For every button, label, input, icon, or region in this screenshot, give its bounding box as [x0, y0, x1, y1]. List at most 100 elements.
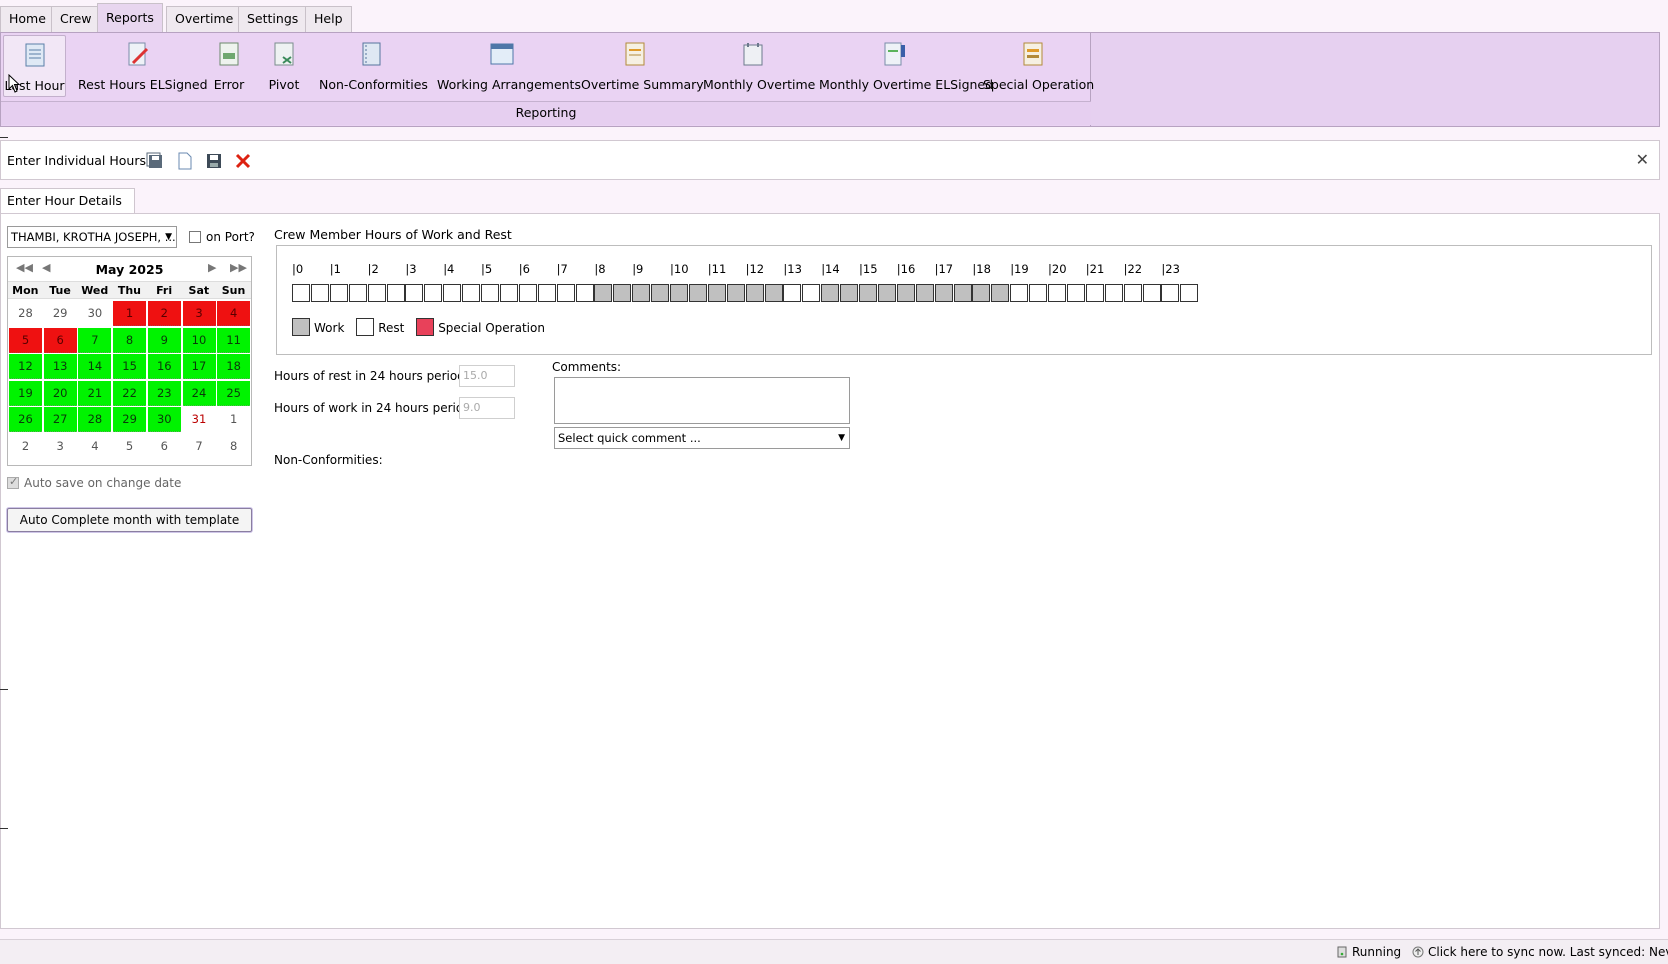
half-hour-slot[interactable] — [632, 284, 651, 302]
menu-tab-overtime[interactable]: Overtime — [166, 6, 243, 32]
half-hour-slot[interactable] — [405, 284, 424, 302]
calendar-day-cell[interactable]: 14 — [78, 354, 112, 380]
calendar-day-cell[interactable]: 19 — [9, 380, 42, 406]
calendar-day-cell[interactable]: 7 — [78, 327, 112, 353]
monthly-overtime-elsigned-button[interactable]: Monthly Overtime ELSigned — [819, 35, 993, 97]
half-hour-slot[interactable] — [783, 284, 802, 302]
calendar-day-cell[interactable]: 21 — [78, 380, 112, 406]
half-hour-slot[interactable] — [1123, 284, 1142, 302]
half-hour-slot[interactable] — [499, 284, 518, 302]
half-hour-slot[interactable] — [481, 284, 499, 302]
calendar-day-cell[interactable]: 28 — [9, 301, 42, 326]
calendar-day-cell[interactable]: 8 — [217, 434, 250, 459]
calendar-day-cell[interactable]: 30 — [78, 301, 111, 326]
new-document-icon[interactable] — [175, 151, 195, 171]
menu-tab-reports[interactable]: Reports — [97, 3, 163, 33]
half-hour-slot[interactable] — [840, 284, 859, 302]
calendar-day-cell[interactable]: 29 — [44, 301, 77, 326]
calendar-day-cell[interactable]: 11 — [217, 327, 251, 353]
half-hour-slot[interactable] — [1010, 284, 1029, 302]
half-hour-slot[interactable] — [1104, 284, 1123, 302]
half-hour-slot[interactable] — [443, 284, 462, 302]
calendar-day-cell[interactable]: 9 — [147, 327, 181, 353]
calendar-day-cell[interactable]: 1 — [217, 407, 250, 432]
calendar-day-cell[interactable]: 4 — [217, 301, 251, 326]
half-hour-slot[interactable] — [367, 284, 386, 302]
half-hour-slot[interactable] — [292, 284, 310, 302]
calendar-day-cell[interactable]: 3 — [44, 434, 77, 459]
calendar-day-cell[interactable]: 2 — [147, 301, 181, 326]
calendar-day-cell[interactable]: 7 — [183, 434, 216, 459]
calendar-day-cell[interactable]: 4 — [78, 434, 111, 459]
sync-now-link[interactable]: Click here to sync now. Last synced: Nev… — [1412, 945, 1668, 959]
half-hour-slot[interactable] — [707, 284, 726, 302]
half-hour-slot[interactable] — [310, 284, 329, 302]
error-button[interactable]: Error — [209, 35, 249, 97]
rest-hours-elsigned-button[interactable]: Rest Hours ELSigned — [78, 35, 208, 97]
half-hour-slot[interactable] — [915, 284, 934, 302]
half-hour-slot[interactable] — [688, 284, 707, 302]
half-hour-slot[interactable] — [462, 284, 481, 302]
menu-tab-settings[interactable]: Settings — [238, 6, 308, 32]
half-hour-slot[interactable] — [670, 284, 688, 302]
calendar-day-cell[interactable]: 1 — [113, 301, 147, 326]
calendar-day-cell[interactable]: 28 — [78, 407, 112, 433]
half-hour-slot[interactable] — [556, 284, 575, 302]
auto-save-checkbox[interactable]: Auto save on change date — [7, 475, 181, 490]
save-all-icon[interactable] — [145, 151, 165, 171]
calendar-day-cell[interactable]: 3 — [182, 301, 216, 326]
half-hour-slot[interactable] — [386, 284, 405, 302]
half-hour-slot[interactable] — [1066, 284, 1085, 302]
quick-comment-select[interactable]: Select quick comment ... ▼ — [554, 427, 850, 449]
half-hour-slot[interactable] — [934, 284, 953, 302]
calendar-day-cell[interactable]: 27 — [43, 407, 77, 433]
half-hour-slot[interactable] — [575, 284, 594, 302]
calendar-day-cell[interactable]: 17 — [182, 354, 216, 380]
delete-icon[interactable] — [233, 151, 253, 171]
half-hour-slot[interactable] — [1180, 284, 1199, 302]
half-hour-slot[interactable] — [764, 284, 783, 302]
calendar-day-cell[interactable]: 22 — [113, 380, 147, 406]
half-hour-slot[interactable] — [953, 284, 972, 302]
calendar-day-cell[interactable]: 16 — [147, 354, 181, 380]
special-operation-button[interactable]: Special Operation — [983, 35, 1094, 97]
half-hour-slot[interactable] — [613, 284, 632, 302]
calendar-day-cell[interactable]: 2 — [9, 434, 42, 459]
half-hour-slot[interactable] — [1161, 284, 1180, 302]
half-hour-slot[interactable] — [821, 284, 840, 302]
half-hour-slot[interactable] — [972, 284, 991, 302]
calendar-day-cell[interactable]: 30 — [147, 407, 181, 433]
half-hour-slot[interactable] — [896, 284, 915, 302]
calendar-day-cell[interactable]: 24 — [182, 380, 216, 406]
menu-tab-home[interactable]: Home — [0, 6, 55, 32]
half-hour-slot[interactable] — [651, 284, 670, 302]
calendar-day-cell[interactable]: 26 — [9, 407, 42, 433]
calendar-day-cell[interactable]: 20 — [43, 380, 77, 406]
calendar-day-cell[interactable]: 13 — [43, 354, 77, 380]
half-hour-slot[interactable] — [877, 284, 896, 302]
work-hours-field[interactable]: 9.0 — [459, 397, 515, 419]
calendar-day-cell[interactable]: 18 — [217, 354, 251, 380]
comments-textarea[interactable] — [554, 377, 850, 424]
calendar-day-cell[interactable]: 6 — [43, 327, 77, 353]
calendar-day-cell[interactable]: 5 — [9, 327, 42, 353]
tab-enter-hour-details[interactable]: Enter Hour Details — [0, 188, 135, 214]
rest-hours-field[interactable]: 15.0 — [459, 365, 515, 387]
half-hour-slot[interactable] — [859, 284, 877, 302]
monthly-overtime-button[interactable]: Monthly Overtime — [703, 35, 815, 97]
non-conformities-button[interactable]: Non-Conformities — [319, 35, 428, 97]
calendar-day-cell[interactable]: 5 — [113, 434, 146, 459]
calendar-day-cell[interactable]: 12 — [9, 354, 42, 380]
close-icon[interactable]: ✕ — [1636, 150, 1649, 169]
calendar-day-cell[interactable]: 25 — [217, 380, 251, 406]
on-port-checkbox[interactable]: on Port? — [189, 230, 255, 244]
calendar-day-cell[interactable]: 15 — [113, 354, 147, 380]
half-hour-slot[interactable] — [1085, 284, 1104, 302]
calendar-day-cell[interactable]: 8 — [113, 327, 147, 353]
half-hour-slot[interactable] — [537, 284, 556, 302]
calendar-day-cell[interactable]: 31 — [183, 407, 216, 432]
half-hour-slot[interactable] — [1048, 284, 1066, 302]
calendar-day-cell[interactable]: 6 — [148, 434, 181, 459]
checkbox-box[interactable] — [189, 231, 201, 243]
overtime-summary-button[interactable]: Overtime Summary — [581, 35, 704, 97]
